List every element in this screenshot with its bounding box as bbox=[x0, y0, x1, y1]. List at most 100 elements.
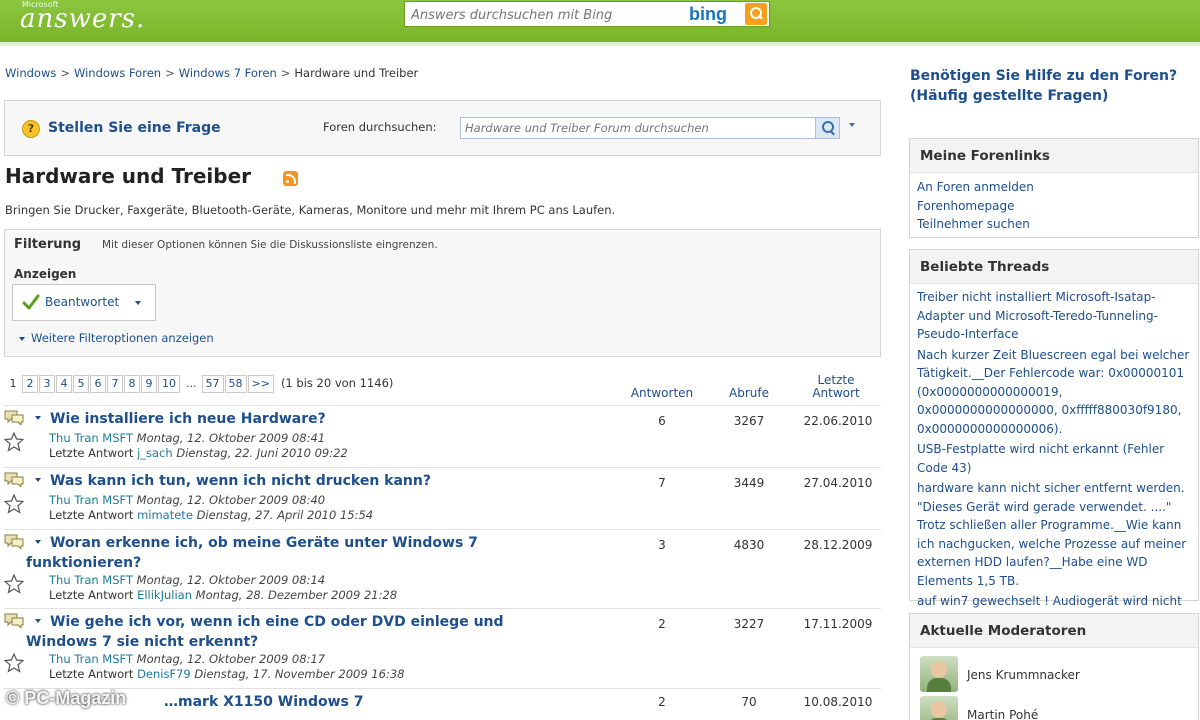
forum-search-box bbox=[460, 117, 840, 139]
popular-threads-list: Treiber nicht installiert Microsoft-Isat… bbox=[910, 284, 1198, 636]
link-sign-in[interactable]: An Foren anmelden bbox=[917, 178, 1191, 197]
last-reply-author[interactable]: mimatete bbox=[137, 508, 193, 522]
page-title: Hardware und Treiber bbox=[5, 164, 252, 188]
page-link[interactable]: 3 bbox=[39, 375, 55, 393]
thread-last-date: 28.12.2009 bbox=[803, 538, 873, 552]
thread-title[interactable]: Wie installiere ich neue Hardware? bbox=[50, 409, 570, 429]
page-link[interactable]: 6 bbox=[90, 375, 106, 393]
forum-search-input[interactable] bbox=[465, 120, 805, 136]
column-header-views[interactable]: Abrufe bbox=[720, 387, 778, 400]
last-reply-date: Dienstag, 27. April 2010 15:54 bbox=[196, 508, 374, 522]
column-header-last-reply[interactable]: Letzte Antwort bbox=[804, 374, 868, 400]
discussion-icon bbox=[4, 534, 24, 549]
thread-author[interactable]: Thu Tran MSFT bbox=[49, 493, 133, 507]
triangle-down-icon bbox=[19, 336, 25, 341]
popular-thread-link[interactable]: Treiber nicht installiert Microsoft-Isat… bbox=[917, 288, 1191, 344]
page-link[interactable]: 10 bbox=[158, 375, 180, 393]
thread-last-reply-line: Letzte Antwort j_sach Dienstag, 22. Juni… bbox=[49, 446, 348, 460]
filter-hint: Mit dieser Optionen können Sie die Disku… bbox=[102, 239, 438, 251]
page-link[interactable]: 7 bbox=[107, 375, 123, 393]
thread-title[interactable]: Was kann ich tun, wenn ich nicht drucken… bbox=[50, 471, 570, 491]
ask-question-bar: ? Stellen Sie eine Frage Foren durchsuch… bbox=[4, 100, 881, 156]
breadcrumb-windows[interactable]: Windows bbox=[5, 66, 56, 80]
page-link[interactable]: 4 bbox=[56, 375, 72, 393]
answers-logo[interactable]: answers. bbox=[20, 4, 145, 34]
star-icon[interactable] bbox=[4, 432, 24, 452]
star-icon[interactable] bbox=[4, 574, 24, 594]
chevron-down-icon[interactable] bbox=[35, 416, 41, 420]
column-header-replies[interactable]: Antworten bbox=[626, 387, 698, 400]
moderator-row[interactable]: Jens Krummnacker bbox=[910, 654, 1198, 694]
thread-author[interactable]: Thu Tran MSFT bbox=[49, 652, 133, 666]
last-reply-date: Montag, 28. Dezember 2009 21:28 bbox=[195, 588, 398, 602]
star-icon[interactable] bbox=[4, 494, 24, 514]
thread-author[interactable]: Thu Tran MSFT bbox=[49, 431, 133, 445]
checkmark-icon bbox=[22, 294, 40, 310]
last-reply-author[interactable]: j_sach bbox=[137, 446, 173, 460]
forum-search-icon[interactable] bbox=[815, 118, 839, 138]
watermark: © PC-Magazin bbox=[6, 688, 127, 708]
bing-search-input[interactable] bbox=[411, 6, 681, 24]
page-link[interactable]: 9 bbox=[141, 375, 157, 393]
answered-filter-dropdown[interactable]: Beantwortet bbox=[12, 284, 156, 321]
link-find-members[interactable]: Teilnehmer suchen bbox=[917, 215, 1191, 234]
rss-icon[interactable] bbox=[283, 171, 298, 186]
panel-title: Aktuelle Moderatoren bbox=[910, 614, 1198, 648]
last-reply-author[interactable]: EllikJulian bbox=[137, 588, 192, 602]
popular-thread-link[interactable]: USB-Festplatte wird nicht erkannt (Fehle… bbox=[917, 440, 1191, 477]
thread-replies: 2 bbox=[658, 695, 666, 709]
popular-thread-link[interactable]: hardware kann nicht sicher entfernt werd… bbox=[917, 479, 1191, 590]
thread-row: …mark X1150 Windows 7 2 70 10.08.2010 bbox=[4, 688, 881, 720]
breadcrumb-windows-7-foren[interactable]: Windows 7 Foren bbox=[179, 66, 277, 80]
popular-thread-link[interactable]: Nach kurzer Zeit Bluescreen egal bei wel… bbox=[917, 346, 1191, 439]
chevron-down-icon[interactable] bbox=[35, 478, 41, 482]
page-link[interactable]: 8 bbox=[124, 375, 140, 393]
thread-title[interactable]: Wie gehe ich vor, wenn ich eine CD oder … bbox=[26, 612, 546, 652]
answered-label: Beantwortet bbox=[45, 295, 120, 309]
breadcrumb-windows-foren[interactable]: Windows Foren bbox=[74, 66, 161, 80]
discussion-icon bbox=[4, 613, 24, 628]
forum-help-link[interactable]: Benötigen Sie Hilfe zu den Foren? (Häufi… bbox=[910, 66, 1190, 106]
page-link[interactable]: 57 bbox=[201, 375, 224, 393]
last-reply-label: Letzte Antwort bbox=[49, 588, 134, 602]
page-ellipsis: ... bbox=[186, 377, 197, 390]
chevron-down-icon[interactable] bbox=[849, 123, 855, 127]
breadcrumb-current: Hardware und Treiber bbox=[294, 66, 419, 80]
pagination: 1 2 3 4 5 6 7 8 9 10... 57 58 >> (1 bis 20 von 1146) bbox=[5, 375, 393, 394]
forum-description: Bringen Sie Drucker, Faxgeräte, Bluetoot… bbox=[5, 203, 616, 217]
thread-views: 70 bbox=[741, 695, 757, 709]
thread-replies: 6 bbox=[658, 414, 666, 428]
last-reply-author[interactable]: DenisF79 bbox=[137, 667, 191, 681]
top-header: Microsoft answers. bing bbox=[0, 0, 1200, 46]
avatar bbox=[920, 656, 958, 692]
thread-last-date: 22.06.2010 bbox=[803, 414, 873, 428]
thread-views: 3449 bbox=[733, 476, 765, 490]
thread-row: Woran erkenne ich, ob meine Geräte unter… bbox=[4, 529, 881, 608]
page-next[interactable]: >> bbox=[247, 375, 274, 393]
thread-author[interactable]: Thu Tran MSFT bbox=[49, 573, 133, 587]
page-link[interactable]: 58 bbox=[224, 375, 247, 393]
page-link[interactable]: 5 bbox=[73, 375, 89, 393]
discussion-icon bbox=[4, 410, 24, 425]
ask-question-link[interactable]: Stellen Sie eine Frage bbox=[48, 120, 221, 136]
thread-author-line: Thu Tran MSFT Montag, 12. Oktober 2009 0… bbox=[49, 652, 325, 666]
thread-views: 3227 bbox=[733, 617, 765, 631]
thread-title[interactable]: Woran erkenne ich, ob meine Geräte unter… bbox=[26, 533, 546, 573]
moderator-name: Jens Krummnacker bbox=[967, 668, 1080, 682]
thread-last-reply-line: Letzte Antwort mimatete Dienstag, 27. Ap… bbox=[49, 508, 373, 522]
thread-last-reply-line: Letzte Antwort EllikJulian Montag, 28. D… bbox=[49, 588, 397, 602]
page-range: (1 bis 20 von 1146) bbox=[280, 376, 394, 390]
star-icon[interactable] bbox=[4, 653, 24, 673]
page-link[interactable]: 2 bbox=[22, 375, 38, 393]
search-icon[interactable] bbox=[745, 3, 767, 25]
thread-last-date: 17.11.2009 bbox=[803, 617, 873, 631]
thread-title[interactable]: …mark X1150 Windows 7 bbox=[164, 692, 464, 712]
moderator-name: Martin Pohé bbox=[967, 708, 1039, 720]
thread-last-date: 10.08.2010 bbox=[803, 695, 873, 709]
moderator-row[interactable]: Martin Pohé bbox=[910, 694, 1198, 720]
chevron-down-icon bbox=[135, 301, 141, 305]
more-filter-options-link[interactable]: Weitere Filteroptionen anzeigen bbox=[19, 331, 214, 345]
link-forum-home[interactable]: Forenhomepage bbox=[917, 197, 1191, 216]
thread-views: 4830 bbox=[733, 538, 765, 552]
bing-logo: bing bbox=[689, 4, 727, 24]
